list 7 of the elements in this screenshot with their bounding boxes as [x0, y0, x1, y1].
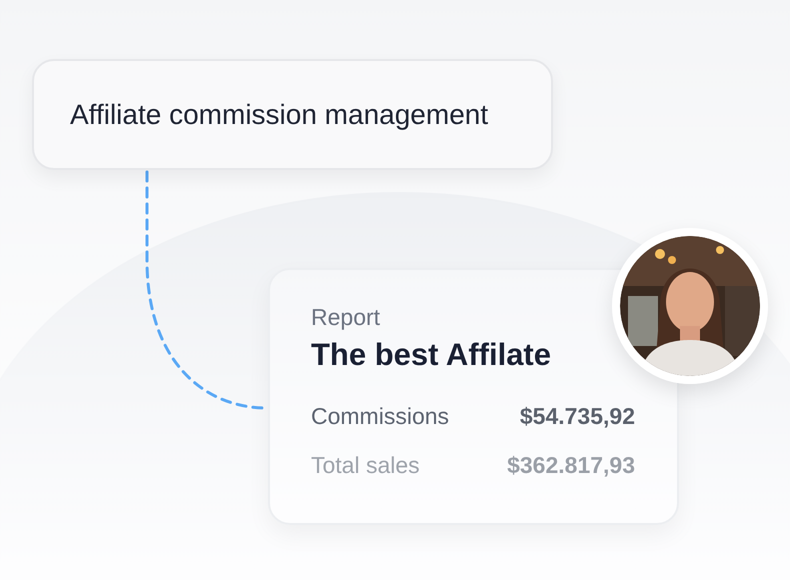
metric-value: $54.735,92 — [520, 403, 635, 430]
metric-value: $362.817,93 — [507, 452, 635, 479]
metric-label: Commissions — [311, 403, 450, 430]
metric-label: Total sales — [311, 452, 420, 479]
card-title: Affiliate commission management — [70, 98, 488, 130]
card-label: Report — [311, 304, 382, 331]
card-title: The best Affilate — [311, 337, 552, 373]
